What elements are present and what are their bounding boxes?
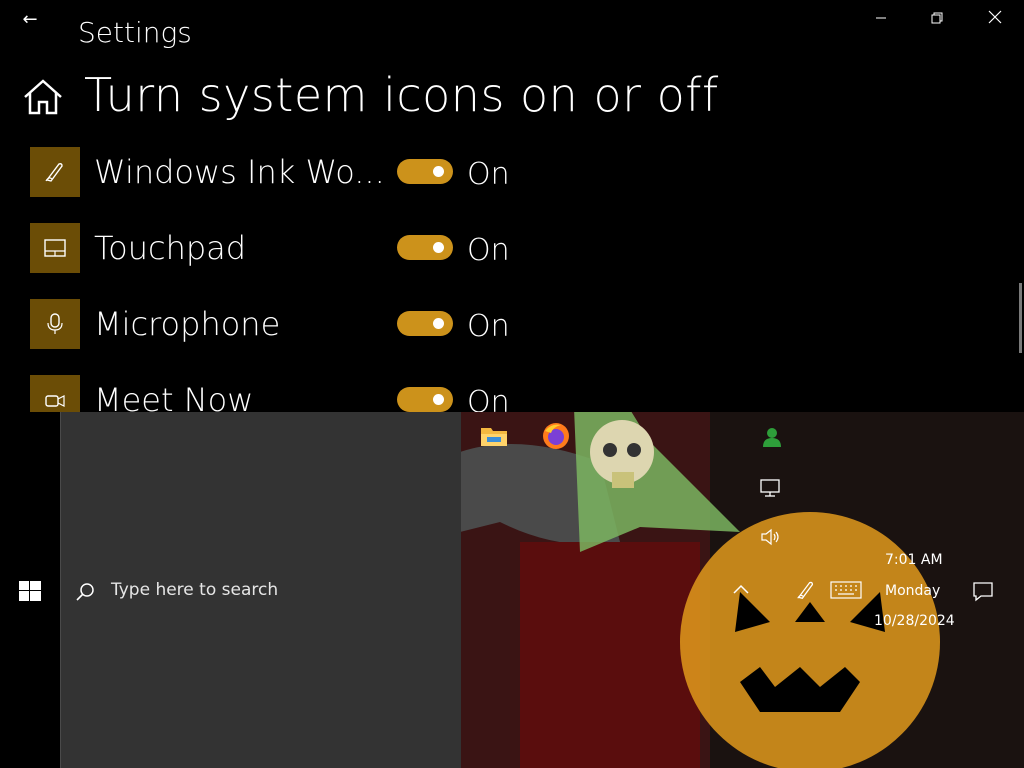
toggle-switch[interactable] bbox=[397, 387, 453, 412]
clock-date[interactable]: 10/28/2024 bbox=[874, 613, 955, 629]
toggle-switch[interactable] bbox=[397, 311, 453, 336]
toggle-state: On bbox=[467, 233, 510, 268]
toggle-state: On bbox=[467, 385, 510, 412]
close-icon bbox=[988, 10, 1002, 24]
touch-keyboard-icon[interactable] bbox=[830, 581, 862, 599]
volume-icon[interactable] bbox=[760, 527, 782, 547]
pen-icon bbox=[30, 147, 80, 197]
people-icon[interactable] bbox=[760, 426, 782, 448]
setting-label: Windows Ink Wo... bbox=[94, 153, 385, 191]
home-icon[interactable] bbox=[22, 78, 64, 116]
page-title: Turn system icons on or off bbox=[84, 68, 719, 122]
setting-label: Meet Now bbox=[94, 381, 254, 412]
clock-time[interactable]: 7:01 AM bbox=[885, 552, 943, 568]
close-button[interactable] bbox=[972, 6, 1018, 34]
toggle-state: On bbox=[467, 157, 510, 192]
setting-label: Touchpad bbox=[94, 229, 247, 267]
back-button[interactable]: ← bbox=[18, 8, 42, 32]
network-icon[interactable] bbox=[760, 478, 782, 498]
settings-window: ← Settings Turn system icons on or off W… bbox=[0, 0, 1024, 412]
search-input[interactable]: Type here to search bbox=[111, 580, 278, 600]
minimize-icon bbox=[876, 17, 886, 19]
setting-label: Microphone bbox=[94, 305, 281, 343]
touchpad-icon bbox=[30, 223, 80, 273]
toggle-switch[interactable] bbox=[397, 159, 453, 184]
maximize-button[interactable] bbox=[914, 6, 960, 34]
toggle-switch[interactable] bbox=[397, 235, 453, 260]
setting-row-windows-ink: Windows Ink Wo... On bbox=[30, 147, 630, 197]
setting-row-meet-now: Meet Now On bbox=[30, 375, 630, 412]
search-icon bbox=[76, 583, 94, 601]
setting-row-microphone: Microphone On bbox=[30, 299, 630, 349]
meet-now-icon bbox=[30, 375, 80, 412]
windows-ink-icon[interactable] bbox=[795, 579, 817, 601]
window-title: Settings bbox=[78, 16, 192, 49]
firefox-icon[interactable] bbox=[541, 421, 571, 451]
notification-icon[interactable] bbox=[972, 580, 994, 602]
chevron-up-icon[interactable] bbox=[731, 580, 751, 600]
toggle-state: On bbox=[467, 309, 510, 344]
minimize-button[interactable] bbox=[858, 6, 904, 34]
clock-day[interactable]: Monday bbox=[885, 583, 940, 599]
file-explorer-icon[interactable] bbox=[480, 424, 508, 448]
setting-row-touchpad: Touchpad On bbox=[30, 223, 630, 273]
scrollbar[interactable] bbox=[1019, 283, 1022, 353]
restore-icon bbox=[931, 12, 943, 24]
microphone-icon bbox=[30, 299, 80, 349]
windows-start-icon[interactable] bbox=[19, 581, 41, 601]
search-panel[interactable]: Type here to search bbox=[60, 412, 461, 768]
